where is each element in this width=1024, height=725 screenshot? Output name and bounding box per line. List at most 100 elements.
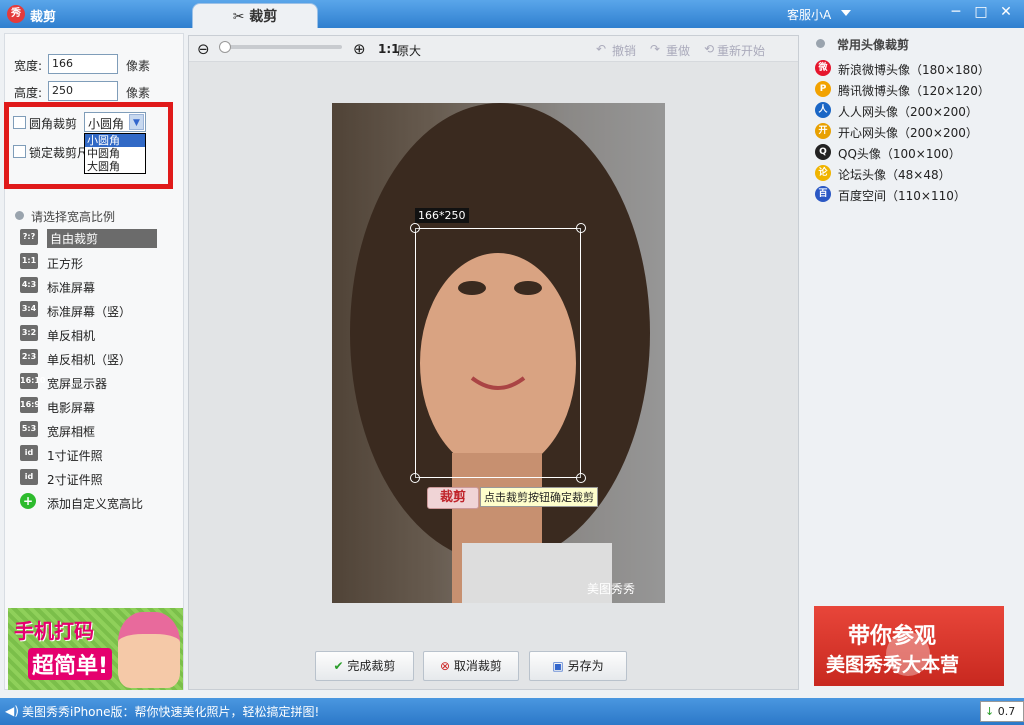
ratio-icon: id [20, 445, 38, 461]
option-small[interactable]: 小圆角 [85, 134, 145, 147]
avatar-crop-item[interactable]: 腾讯微博头像（120×120） [838, 82, 990, 99]
crop-tip: 点击裁剪按钮确定裁剪 [480, 487, 598, 507]
ratio-icon: ?:? [20, 229, 38, 245]
round-corner-checkbox[interactable] [13, 116, 26, 129]
status-message[interactable]: 美图秀秀iPhone版：帮你快速美化照片，轻松搞定拼图! [22, 703, 319, 720]
ratio-icon: 2:3 [20, 349, 38, 365]
cancel-crop-button[interactable]: ⊗ 取消裁剪 [423, 651, 519, 681]
site-logo-icon: 论 [815, 165, 831, 181]
undo-icon[interactable]: ↶ [596, 42, 606, 56]
crop-button[interactable]: 裁剪 [427, 487, 479, 509]
width-label: 宽度: [14, 59, 43, 73]
avatar-crop-item[interactable]: 人人网头像（200×200） [838, 103, 978, 120]
download-value: 0.7 [997, 705, 1016, 718]
option-large[interactable]: 大圆角 [85, 160, 145, 173]
ratio-item[interactable]: 自由裁剪 [47, 229, 157, 248]
ratio-item[interactable]: 2寸证件照 [47, 471, 103, 488]
ad-figure [118, 612, 180, 688]
save-icon: ▣ [552, 659, 568, 673]
watermark: 美图秀秀 [587, 582, 636, 596]
chevron-down-icon[interactable] [841, 10, 851, 16]
tab-crop-label: 裁剪 [249, 9, 278, 25]
save-as-label: 另存为 [567, 659, 604, 673]
crop-handle-bottom-left[interactable] [410, 473, 420, 483]
avatar-crop-header: 常用头像裁剪 [837, 38, 910, 52]
height-label: 高度: [14, 86, 43, 100]
avatar-crop-item[interactable]: 百度空间（110×110） [838, 187, 966, 204]
width-input[interactable]: 166 [48, 54, 118, 74]
ratio-item[interactable]: 单反相机（竖） [47, 351, 131, 368]
crop-handle-bottom-right[interactable] [576, 473, 586, 483]
undo-button[interactable]: 撤销 [612, 42, 636, 59]
zoom-in-icon[interactable]: ⊕ [353, 40, 366, 58]
option-medium[interactable]: 中圆角 [85, 147, 145, 160]
restart-icon[interactable]: ⟲ [704, 42, 714, 56]
avatar-crop-item[interactable]: QQ头像（100×100） [838, 145, 961, 162]
ratio-icon: 4:3 [20, 277, 38, 293]
ratio-item[interactable]: 宽屏相框 [47, 423, 95, 440]
crop-handle-top-right[interactable] [576, 223, 586, 233]
avatar-crop-item[interactable]: 新浪微博头像（180×180） [838, 61, 990, 78]
ad-left-line2: 超简单! [28, 648, 113, 680]
redo-icon[interactable]: ↷ [650, 42, 660, 56]
site-logo-icon: P [815, 81, 831, 97]
check-icon: ✔ [333, 659, 348, 673]
round-corner-label: 圆角裁剪 [29, 117, 78, 131]
finish-crop-button[interactable]: ✔ 完成裁剪 [315, 651, 414, 681]
lock-ratio-checkbox[interactable] [13, 145, 26, 158]
ratio-item[interactable]: 标准屏幕 [47, 279, 95, 296]
avatar-crop-item[interactable]: 论坛头像（48×48） [838, 166, 951, 183]
ratio-item[interactable]: 添加自定义宽高比 [47, 495, 143, 512]
site-logo-icon: 微 [815, 60, 831, 76]
ratio-item[interactable]: 电影屏幕 [47, 399, 95, 416]
ratio-icon: id [20, 469, 38, 485]
actual-size-button[interactable]: 原大 [397, 42, 421, 59]
crop-handle-top-left[interactable] [410, 223, 420, 233]
tab-crop[interactable]: ✂ 裁剪 [192, 3, 318, 29]
site-logo-icon: 百 [815, 186, 831, 202]
site-logo-icon: Q [815, 144, 831, 160]
site-logo-icon: 人 [815, 102, 831, 118]
ratio-icon: + [20, 493, 36, 509]
crop-rectangle[interactable] [415, 228, 581, 478]
save-as-button[interactable]: ▣ 另存为 [529, 651, 627, 681]
ratio-item[interactable]: 单反相机 [47, 327, 95, 344]
scissors-icon: ✂ [232, 9, 250, 25]
corner-options-list: 小圆角 中圆角 大圆角 [84, 133, 146, 174]
ratio-icon: 5:3 [20, 421, 38, 437]
cancel-crop-label: 取消裁剪 [453, 659, 502, 673]
height-input[interactable]: 250 [48, 81, 118, 101]
ratio-item[interactable]: 标准屏幕（竖） [47, 303, 131, 320]
height-unit: 像素 [126, 86, 151, 100]
finish-crop-label: 完成裁剪 [347, 659, 396, 673]
bullet-icon [816, 39, 825, 48]
title-bar [0, 0, 1024, 28]
ratio-item[interactable]: 1寸证件照 [47, 447, 103, 464]
site-logo-icon: 开 [815, 123, 831, 139]
zoom-slider-handle[interactable] [219, 41, 231, 53]
ratio-icon: 16:9 [20, 397, 40, 413]
redo-button[interactable]: 重做 [666, 42, 690, 59]
zoom-out-icon[interactable]: ⊖ [197, 40, 210, 58]
ratio-item[interactable]: 宽屏显示器 [47, 375, 107, 392]
maximize-button[interactable]: □ [973, 5, 989, 19]
lock-ratio-label: 锁定裁剪尺 [29, 146, 90, 160]
bullet-icon [15, 211, 24, 220]
minimize-button[interactable]: ─ [948, 5, 964, 19]
ratio-icon: 3:4 [20, 301, 38, 317]
ratio-icon: 3:2 [20, 325, 38, 341]
width-unit: 像素 [126, 59, 151, 73]
restart-button[interactable]: 重新开始 [717, 42, 765, 59]
download-indicator[interactable]: ↓ 0.7 [980, 701, 1024, 722]
close-button[interactable]: ✕ [998, 5, 1014, 19]
corner-select-value: 小圆角 [88, 117, 125, 131]
zoom-slider[interactable] [224, 45, 342, 49]
app-logo-icon: 秀 [7, 5, 25, 23]
ratio-item[interactable]: 正方形 [47, 255, 83, 272]
download-icon: ↓ [985, 705, 998, 718]
avatar-crop-item[interactable]: 开心网头像（200×200） [838, 124, 978, 141]
user-name[interactable]: 客服小A [787, 6, 831, 23]
ad-left-line1: 手机打码 [14, 619, 94, 643]
ratio-header: 请选择宽高比例 [31, 210, 116, 224]
chevron-down-icon[interactable]: ▼ [129, 114, 144, 130]
